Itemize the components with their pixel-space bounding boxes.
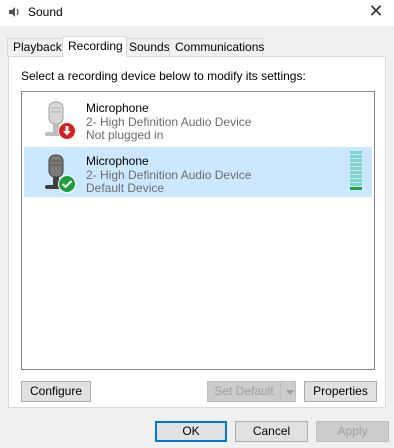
configure-button[interactable]: Configure [21,381,91,402]
device-name: Microphone [86,154,149,168]
ok-button[interactable]: OK [155,421,227,442]
meter-segment [350,171,362,174]
level-meter [350,151,362,193]
list-item-microphone-unplugged[interactable]: Microphone 2- High Definition Audio Devi… [24,94,372,144]
device-description: 2- High Definition Audio Device [86,168,252,182]
set-default-button[interactable]: Set Default [207,381,281,402]
device-description: 2- High Definition Audio Device [86,115,252,129]
tab-sounds[interactable]: Sounds [123,38,173,56]
close-button[interactable]: ✕ [358,0,394,26]
meter-segment [350,179,362,182]
device-list[interactable]: Microphone 2- High Definition Audio Devi… [21,91,375,370]
recording-panel: Select a recording device below to modif… [8,56,386,408]
device-status: Not plugged in [86,128,164,142]
tab-recording[interactable]: Recording [62,36,127,57]
meter-segment [350,163,362,166]
meter-segment [350,187,362,190]
window-title: Sound [28,5,63,19]
title-bar: Sound ✕ [0,0,394,26]
tab-playback[interactable]: Playback [7,38,65,56]
chevron-down-icon[interactable] [280,381,296,402]
instruction-text: Select a recording device below to modif… [21,69,306,83]
red-down-arrow-icon [58,122,76,140]
meter-segment [350,159,362,162]
meter-segment [350,175,362,178]
apply-button[interactable]: Apply [316,421,389,442]
device-status: Default Device [86,181,165,195]
properties-button[interactable]: Properties [304,381,377,402]
tab-communications[interactable]: Communications [169,38,264,56]
device-name: Microphone [86,101,149,115]
meter-segment [350,183,362,186]
cancel-button[interactable]: Cancel [235,421,308,442]
speaker-icon [9,7,19,17]
green-check-icon [58,175,76,193]
meter-segment [350,155,362,158]
meter-segment [350,167,362,170]
list-item-microphone-default[interactable]: Microphone 2- High Definition Audio Devi… [24,147,372,197]
meter-segment [350,151,362,154]
